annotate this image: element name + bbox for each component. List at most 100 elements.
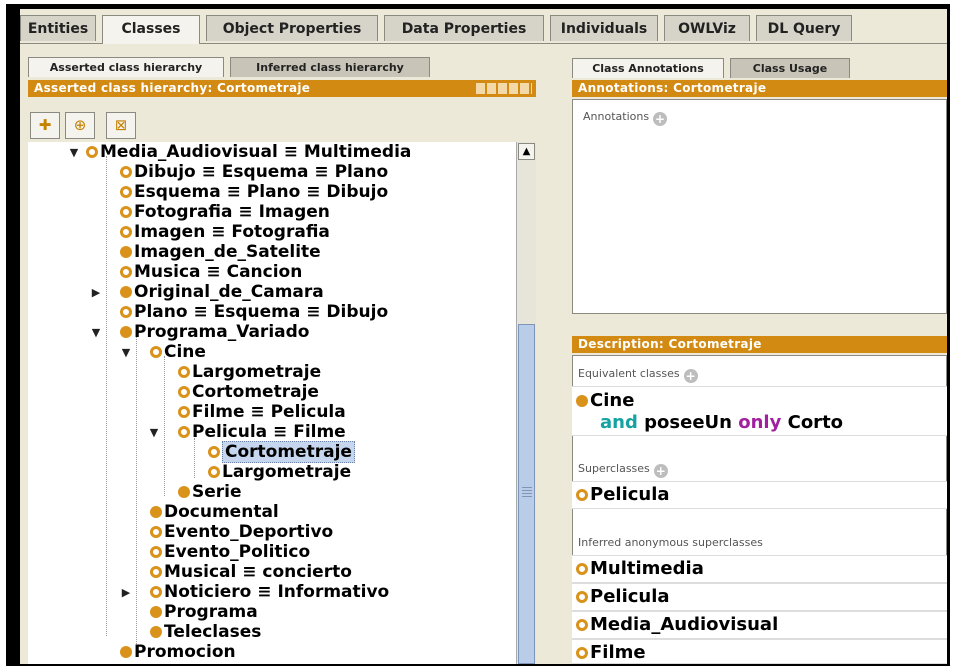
tree-node[interactable]: Imagen_de_Satelite xyxy=(120,242,321,262)
class-icon xyxy=(120,306,132,318)
description-header: Description: Cortometraje xyxy=(572,336,947,353)
tab-individuals[interactable]: Individuals xyxy=(550,15,658,41)
class-icon xyxy=(576,563,588,575)
inferred-superclass-row[interactable]: Filme xyxy=(572,639,947,664)
tree-node[interactable]: Pelicula ≡ Filme xyxy=(178,422,346,442)
window-frame: Entities Classes Object Properties Data … xyxy=(6,4,950,666)
delete-class-button[interactable]: ⊠ xyxy=(106,112,136,139)
class-icon xyxy=(576,619,588,631)
tree-node[interactable]: Largometraje xyxy=(178,362,321,382)
only-keyword: only xyxy=(738,412,782,433)
class-icon xyxy=(178,426,190,438)
tree-node[interactable]: Evento_Politico xyxy=(150,542,310,562)
tree-node[interactable]: Cortometraje xyxy=(178,382,319,402)
inferred-superclass-row[interactable]: Pelicula xyxy=(572,583,947,611)
class-icon xyxy=(576,395,588,407)
class-icon xyxy=(120,226,132,238)
tab-asserted-hierarchy[interactable]: Asserted class hierarchy xyxy=(28,57,224,77)
tree-node[interactable]: Media_Audiovisual ≡ Multimedia xyxy=(86,142,411,162)
tree-node[interactable]: Original_de_Camara xyxy=(120,282,324,302)
expand-icon[interactable]: ▶ xyxy=(90,286,102,299)
tab-entities[interactable]: Entities xyxy=(20,15,96,41)
collapse-icon[interactable]: ▼ xyxy=(148,426,160,439)
add-annotation-icon[interactable]: + xyxy=(653,112,668,126)
class-icon xyxy=(120,646,132,658)
class-icon xyxy=(120,186,132,198)
tree-node[interactable]: Evento_Deportivo xyxy=(150,522,333,542)
class-icon xyxy=(120,326,132,338)
tree-node[interactable]: Cine xyxy=(150,342,206,362)
filler-class: Corto xyxy=(787,412,844,433)
add-sibling-button[interactable]: ⊕ xyxy=(65,112,95,139)
property-name: poseeUn xyxy=(644,412,732,433)
tree-node[interactable]: Promocion xyxy=(120,642,236,662)
tree-node[interactable]: Musical ≡ concierto xyxy=(150,562,352,582)
class-icon xyxy=(576,489,588,501)
add-sibling-icon: ⊕ xyxy=(73,116,87,134)
add-subclass-icon: ✚ xyxy=(38,116,52,134)
and-keyword: and xyxy=(600,412,638,433)
class-icon xyxy=(178,386,190,398)
equivalent-classes-label: Equivalent classes xyxy=(578,367,680,380)
tree-node[interactable]: Teleclases xyxy=(150,622,261,642)
class-icon xyxy=(120,246,132,258)
class-icon xyxy=(120,206,132,218)
tree-scrollbar[interactable]: ▲ xyxy=(516,142,536,664)
tab-class-annotations[interactable]: Class Annotations xyxy=(572,58,724,78)
class-icon xyxy=(120,166,132,178)
scrollbar-thumb[interactable] xyxy=(518,324,535,664)
tree-node[interactable]: Esquema ≡ Plano ≡ Dibujo xyxy=(120,182,388,202)
tab-dl-query[interactable]: DL Query xyxy=(756,15,852,41)
class-icon xyxy=(178,366,190,378)
collapse-icon[interactable]: ▼ xyxy=(90,326,102,339)
tab-data-properties[interactable]: Data Properties xyxy=(384,15,544,41)
asserted-hierarchy-header: Asserted class hierarchy: Cortometraje xyxy=(28,80,536,97)
tree-node[interactable]: Musica ≡ Cancion xyxy=(120,262,302,282)
class-icon xyxy=(150,546,162,558)
tree-node-selected[interactable]: Cortometraje xyxy=(208,441,355,463)
collapse-icon[interactable]: ▼ xyxy=(120,346,132,359)
superclass-row[interactable]: Pelicula xyxy=(572,481,947,509)
add-superclass-icon[interactable]: + xyxy=(653,464,668,478)
class-icon xyxy=(150,626,162,638)
annotations-panel: Annotations + xyxy=(572,99,947,314)
scroll-up-icon[interactable]: ▲ xyxy=(518,143,535,160)
class-icon xyxy=(120,286,132,298)
class-icon xyxy=(150,566,162,578)
tree-node[interactable]: Fotografia ≡ Imagen xyxy=(120,202,330,222)
tree-node[interactable]: Dibujo ≡ Esquema ≡ Plano xyxy=(120,162,388,182)
delete-class-icon: ⊠ xyxy=(114,116,128,134)
class-icon xyxy=(150,526,162,538)
tree-node[interactable]: Imagen ≡ Fotografia xyxy=(120,222,330,242)
inferred-superclass-row[interactable]: Media_Audiovisual xyxy=(572,611,947,639)
expand-icon[interactable]: ▶ xyxy=(120,586,132,599)
tree-node[interactable]: Programa xyxy=(150,602,258,622)
tab-owlviz[interactable]: OWLViz xyxy=(664,15,750,41)
collapse-icon[interactable]: ▼ xyxy=(68,146,80,159)
tree-node[interactable]: Plano ≡ Esquema ≡ Dibujo xyxy=(120,302,388,322)
class-icon xyxy=(150,346,162,358)
protege-window: Entities Classes Object Properties Data … xyxy=(20,9,947,664)
equivalent-class-row[interactable]: Cine and poseeUn only Corto xyxy=(572,386,947,436)
tree-node[interactable]: Documental xyxy=(150,502,279,522)
view-controls-icon[interactable] xyxy=(476,83,532,94)
add-equivalent-icon[interactable]: + xyxy=(683,369,698,383)
tree-node[interactable]: Filme ≡ Pelicula xyxy=(178,402,346,422)
tab-class-usage[interactable]: Class Usage xyxy=(730,58,850,78)
class-icon xyxy=(208,466,220,478)
class-icon xyxy=(150,586,162,598)
class-icon xyxy=(576,647,588,659)
tab-object-properties[interactable]: Object Properties xyxy=(206,15,378,41)
tree-node[interactable]: Largometraje xyxy=(208,462,351,482)
superclasses-label: Superclasses xyxy=(578,462,650,475)
class-icon xyxy=(208,446,220,458)
tab-classes[interactable]: Classes xyxy=(102,15,200,44)
class-icon xyxy=(150,506,162,518)
tree-node[interactable]: Programa_Variado xyxy=(120,322,309,342)
tree-node[interactable]: Noticiero ≡ Informativo xyxy=(150,582,389,602)
tab-inferred-hierarchy[interactable]: Inferred class hierarchy xyxy=(230,57,430,77)
inferred-superclass-row[interactable]: Multimedia xyxy=(572,555,947,583)
main-tab-bar: Entities Classes Object Properties Data … xyxy=(20,15,947,44)
add-subclass-button[interactable]: ✚ xyxy=(30,112,60,139)
tree-node[interactable]: Serie xyxy=(178,482,242,502)
